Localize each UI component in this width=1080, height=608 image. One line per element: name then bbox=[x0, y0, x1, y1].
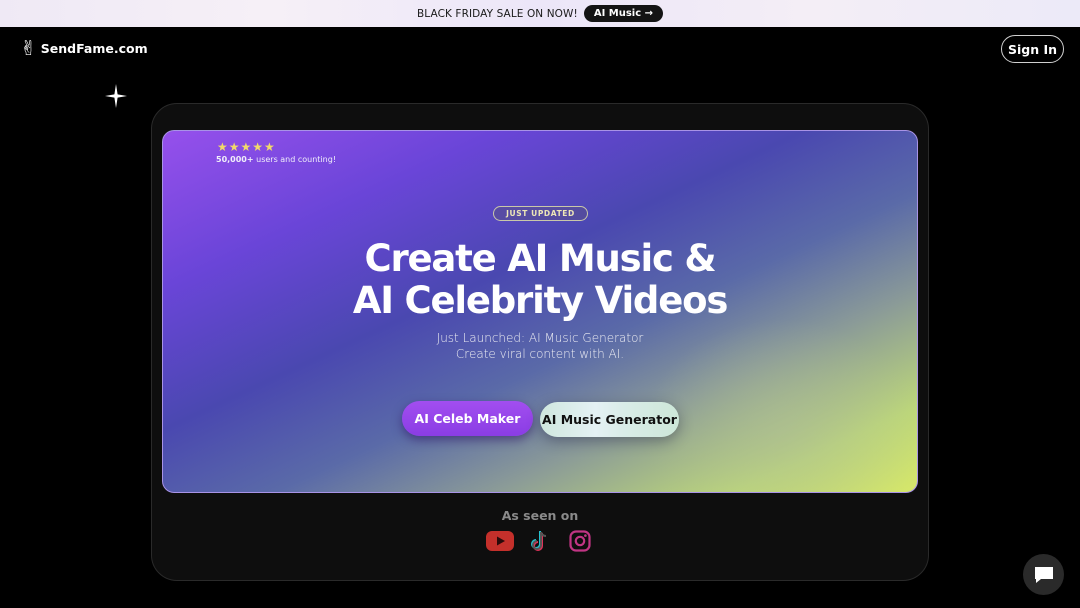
promo-ai-music-button[interactable]: AI Music → bbox=[583, 5, 664, 22]
youtube-icon[interactable] bbox=[485, 530, 515, 552]
just-updated-badge: JUST UPDATED bbox=[493, 206, 588, 221]
users-suffix: users and counting! bbox=[253, 155, 337, 164]
logo-link[interactable]: ✌ SendFame.com bbox=[20, 36, 148, 60]
logo-text: SendFame.com bbox=[40, 40, 148, 56]
ai-celeb-maker-button[interactable]: AI Celeb Maker bbox=[402, 401, 533, 436]
promo-bar: BLACK FRIDAY SALE ON NOW! AI Music → bbox=[0, 0, 1080, 27]
sign-in-button[interactable]: Sign In bbox=[1001, 35, 1064, 63]
subtitle-line-1: Just Launched: AI Music Generator bbox=[436, 331, 644, 345]
subtitle-line-2: Create viral content with AI. bbox=[455, 347, 625, 361]
page-title: Create AI Music & AI Celebrity Videos bbox=[280, 238, 800, 322]
promo-text: BLACK FRIDAY SALE ON NOW! bbox=[416, 7, 578, 20]
users-count-text: 50,000+ users and counting! bbox=[216, 155, 336, 164]
sparkle-icon bbox=[105, 84, 127, 108]
users-count: 50,000+ bbox=[216, 155, 254, 164]
victory-hand-icon: ✌ bbox=[20, 36, 37, 60]
headline-line-2: AI Celebrity Videos bbox=[352, 279, 729, 322]
rating-stars-icon: ★★★★★ bbox=[217, 140, 276, 154]
instagram-icon[interactable] bbox=[569, 530, 591, 552]
chat-widget-button[interactable] bbox=[1023, 554, 1064, 595]
tiktok-icon[interactable] bbox=[528, 530, 550, 552]
chat-bubble-icon bbox=[1034, 566, 1053, 583]
ai-music-generator-button[interactable]: AI Music Generator bbox=[540, 402, 679, 437]
headline-line-1: Create AI Music & bbox=[364, 237, 717, 280]
as-seen-on-label: As seen on bbox=[501, 508, 579, 523]
